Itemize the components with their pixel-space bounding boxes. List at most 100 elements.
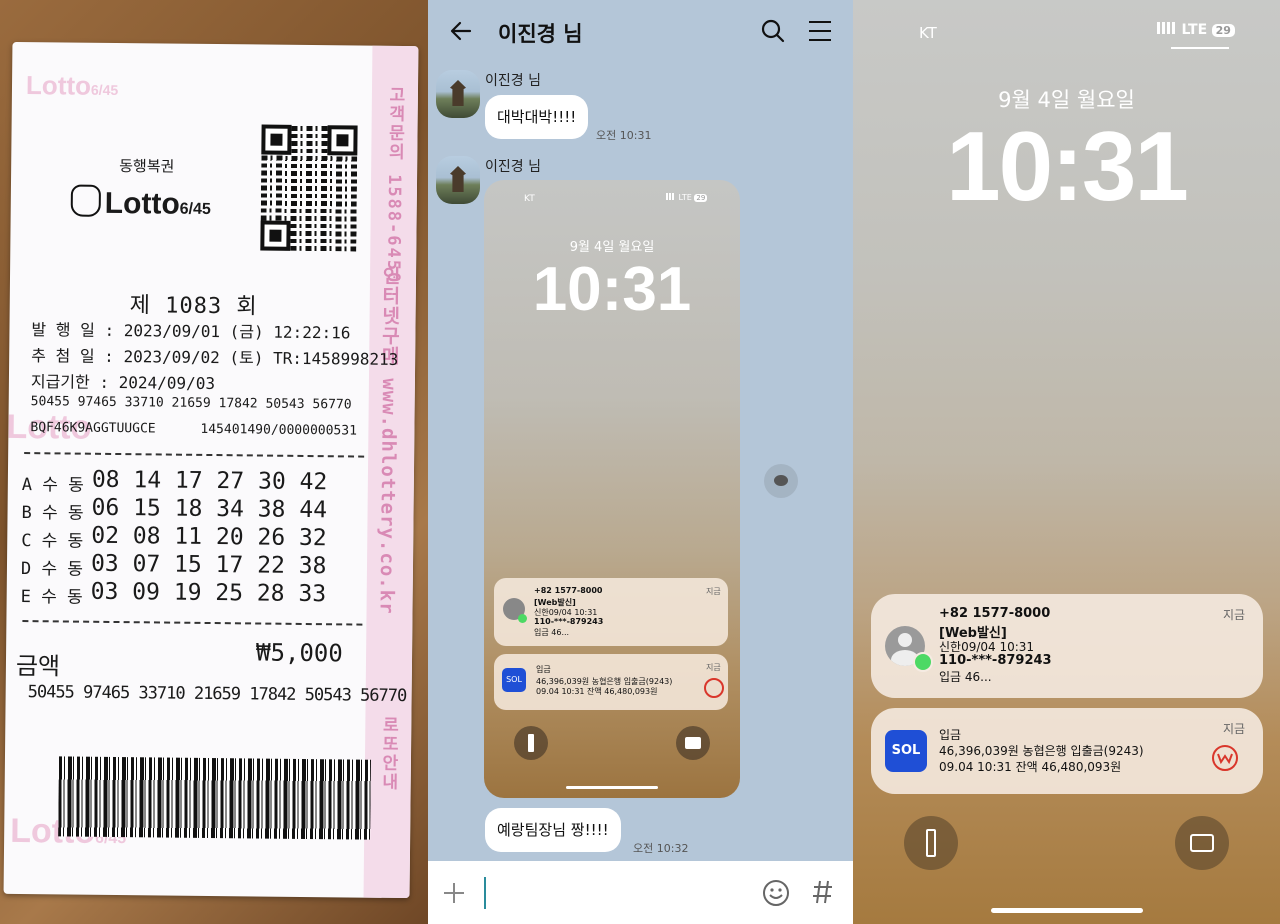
notif-time: 지금 <box>1223 608 1246 622</box>
ticket-row-numbers: 03 09 19 25 28 33 <box>90 578 327 608</box>
hashtag-icon[interactable] <box>812 879 834 905</box>
ticket-qr-code <box>12 42 418 252</box>
ticket-serial-bottom: 50455 97465 33710 21659 17842 50543 5677… <box>27 682 407 707</box>
message-sender: 이진경 님 <box>485 159 541 175</box>
ticket-brand-small: 동행복권 <box>119 157 175 176</box>
avatar[interactable] <box>436 70 480 118</box>
mini-date: 9월 4일 월요일 <box>569 240 655 255</box>
notif-line: 09.04 10:31 잔액 46,480,093원 <box>939 760 1122 774</box>
ticket-draw-date: 추 첨 일 : 2023/09/02 (토) TR:1458998213 <box>31 346 399 369</box>
battery-icon: 29 <box>1211 24 1235 37</box>
chat-header: 이진경 님 <box>428 0 853 62</box>
avatar[interactable] <box>436 156 480 204</box>
mini-notif-when: 지금 <box>706 663 721 672</box>
camera-icon <box>1190 834 1214 852</box>
notification-sms[interactable]: +82 1577-8000 지금 [Web발신] 신한09/04 10:31 1… <box>871 594 1263 698</box>
lotto-ticket: 고객문의 1588-6450 인터넷구매 www.dhlottery.co.kr… <box>3 41 419 899</box>
notif-line: 110-***-879243 <box>939 653 1052 668</box>
lock-screen: KT LTE 29 9월 4일 월요일 10:31 +82 1577-8000 … <box>853 0 1280 924</box>
flashlight-icon <box>514 726 548 760</box>
mini-notif-line: 입금 46... <box>534 628 570 637</box>
notif-line: 입금 <box>939 728 962 742</box>
network-label: LTE <box>1181 22 1208 38</box>
ticket-row-label: E 수 동 <box>20 587 83 608</box>
ticket-issue-date: 발 행 일 : 2023/09/01 (금) 12:22:16 <box>31 320 351 343</box>
lotto-ticket-photo: 고객문의 1588-6450 인터넷구매 www.dhlottery.co.kr… <box>0 0 428 924</box>
carrier-label: KT <box>919 24 937 42</box>
ticket-stripe-site: 인터넷구매 www.dhlottery.co.kr <box>375 265 402 615</box>
share-icon[interactable] <box>764 464 798 498</box>
ticket-row-numbers: 02 08 11 20 26 32 <box>91 522 327 552</box>
notif-line: 46,396,039원 농협은행 입출금(9243) <box>939 744 1144 758</box>
mini-notif-line: 110-***-879243 <box>534 617 604 626</box>
mini-notif-from: +82 1577-8000 <box>534 586 603 595</box>
mini-carrier: KT <box>524 194 535 204</box>
signal-icon <box>1157 22 1177 34</box>
flashlight-icon <box>926 829 936 857</box>
ticket-row-label: A 수 동 <box>21 475 84 496</box>
signal-icon <box>666 193 676 200</box>
ticket-round: 제 1083 회 <box>129 293 258 320</box>
camera-icon <box>676 726 710 760</box>
camera-button[interactable] <box>1175 816 1229 870</box>
ticket-row-label: D 수 동 <box>20 559 84 580</box>
mini-notification-sms: +82 1577-8000 지금 [Web발신] 신한09/04 10:31 1… <box>494 578 728 646</box>
text-cursor <box>484 877 486 909</box>
ticket-number-rows: A 수 동 08 14 17 27 30 42 B 수 동 06 15 18 3… <box>12 42 418 608</box>
woori-bank-icon <box>704 678 724 698</box>
status-bar: LTE 29 <box>1157 22 1235 38</box>
mini-notification-bank: SOL 입금 지금 46,396,039원 농협은행 입출금(9243) 09.… <box>494 654 728 710</box>
ticket-amount-value: ₩5,000 <box>255 638 343 668</box>
message-bubble[interactable]: 예랑팀장님 짱!!!! <box>485 808 621 852</box>
ticket-barcode <box>58 756 371 840</box>
flashlight-button[interactable] <box>904 816 958 870</box>
sol-app-icon: SOL <box>502 668 526 692</box>
home-indicator <box>991 908 1143 913</box>
home-indicator <box>566 786 658 789</box>
ticket-row-numbers: 06 15 18 34 38 44 <box>91 494 328 524</box>
battery-icon: 29 <box>694 194 708 202</box>
notification-bank[interactable]: SOL 입금 지금 46,396,039원 농협은행 입출금(9243) 09.… <box>871 708 1263 794</box>
ticket-amount-label: 금액 <box>15 651 61 681</box>
ticket-divider <box>24 452 365 458</box>
message-image-lockscreen[interactable]: KT LTE 29 9월 4일 월요일 10:31 +82 1577-8000 … <box>484 180 740 798</box>
message-app-icon <box>913 652 933 672</box>
ticket-row-numbers: 08 14 17 27 30 42 <box>91 466 328 496</box>
message-time: 오전 10:32 <box>633 842 689 855</box>
notif-line: 입금 46... <box>939 670 992 684</box>
message-bubble[interactable]: 대박대박!!!! <box>485 95 589 139</box>
search-icon[interactable] <box>760 18 786 44</box>
ticket-row-numbers: 03 07 15 17 22 38 <box>90 550 327 580</box>
chat-input-bar <box>428 861 853 924</box>
emoji-icon[interactable] <box>762 879 790 907</box>
ticket-divider <box>22 620 363 626</box>
chat-title: 이진경 님 <box>498 22 583 46</box>
message-time: 오전 10:31 <box>596 129 652 142</box>
mini-clock: 10:31 <box>532 255 692 324</box>
plus-icon[interactable] <box>442 881 466 905</box>
notif-time: 지금 <box>1223 722 1246 736</box>
mini-notif-when: 지금 <box>706 587 721 596</box>
mini-notif-line: 09.04 10:31 잔액 46,480,093원 <box>536 687 658 696</box>
ticket-code-right: 145401490/0000000531 <box>200 421 358 439</box>
ticket-code: BQF46K9AGGTUUGCE <box>30 420 156 437</box>
message-app-icon <box>518 614 527 623</box>
back-arrow-icon[interactable] <box>448 18 474 44</box>
lotto-bag-icon <box>70 184 101 217</box>
notif-sender: +82 1577-8000 <box>939 606 1051 621</box>
ticket-pay-deadline: 지급기한 : 2024/09/03 <box>30 372 216 394</box>
ticket-stripe-phone: 고객문의 1588-6450 <box>382 85 406 285</box>
menu-icon[interactable] <box>808 20 832 42</box>
status-underline <box>1171 47 1229 49</box>
message-input[interactable] <box>478 875 748 911</box>
ticket-row-label: C 수 동 <box>21 531 84 552</box>
mini-status: LTE 29 <box>666 193 708 202</box>
lock-clock: 10:31 <box>946 111 1189 221</box>
ticket-logo: Lotto6/45 <box>70 184 211 222</box>
ticket-row-label: B 수 동 <box>21 503 84 524</box>
ticket-stripe-bottom: 로또안내 <box>377 715 399 792</box>
chat-screen: 이진경 님 이진경 님 대박대박!!!! 오전 10:31 이진경 님 KT L… <box>428 0 853 924</box>
woori-bank-icon <box>1211 744 1239 772</box>
ticket-watermark-top: Lotto6/45 <box>25 70 119 101</box>
sol-app-icon: SOL <box>885 730 927 772</box>
